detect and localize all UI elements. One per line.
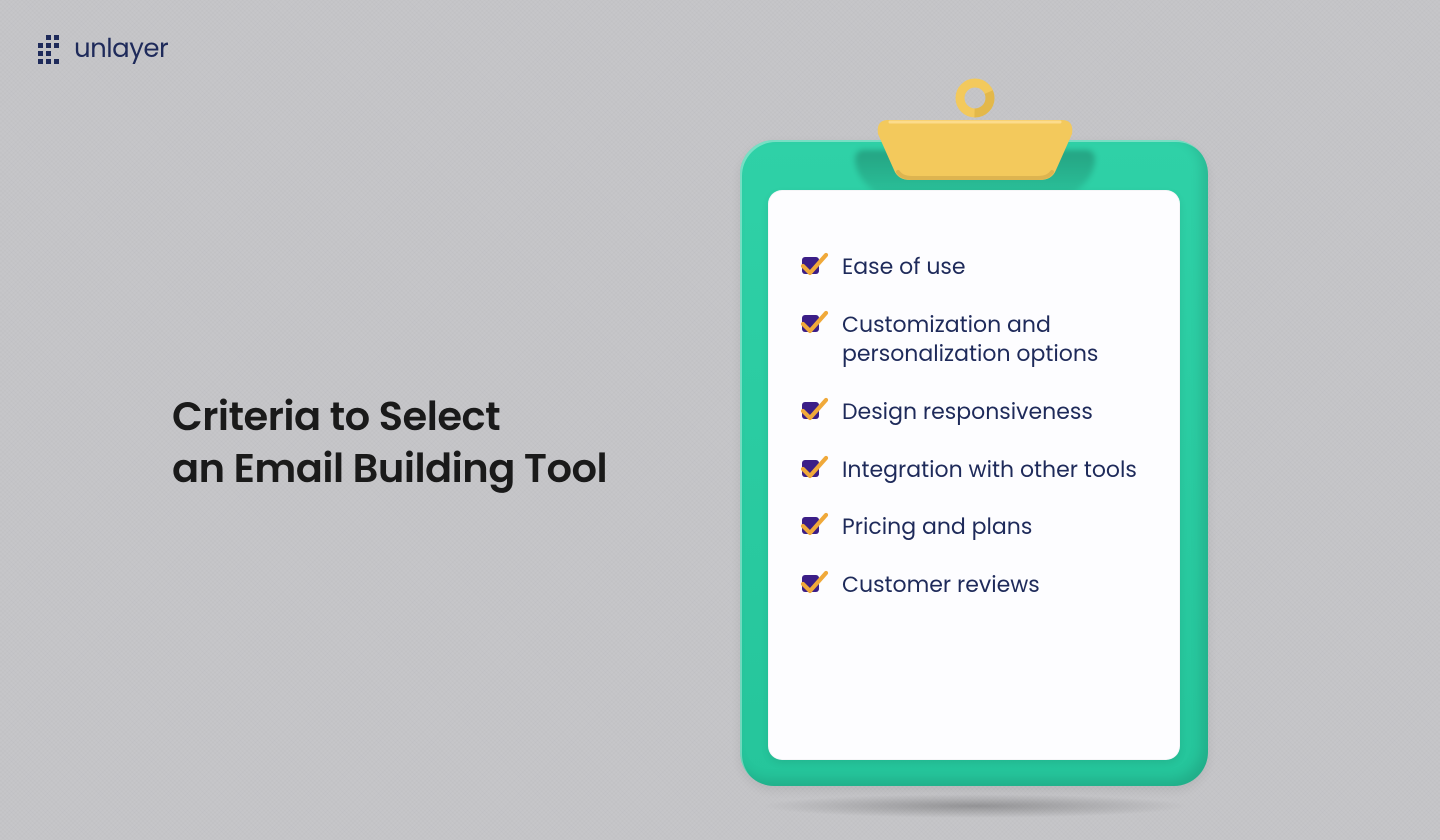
list-item: Integration with other tools: [802, 455, 1160, 485]
criteria-list: Ease of use Customization and personaliz…: [802, 252, 1160, 600]
clipboard-paper: Ease of use Customization and personaliz…: [768, 190, 1180, 760]
list-item-label: Customer reviews: [842, 570, 1040, 600]
list-item: Design responsiveness: [802, 397, 1160, 427]
checkmark-icon: [802, 313, 824, 335]
brand-logomark-icon: [36, 35, 64, 65]
list-item: Ease of use: [802, 252, 1160, 282]
list-item-label: Pricing and plans: [842, 512, 1032, 542]
checkmark-icon: [802, 515, 824, 537]
list-item-label: Design responsiveness: [842, 397, 1093, 427]
list-item: Pricing and plans: [802, 512, 1160, 542]
headline-line-1: Criteria to Select: [172, 388, 500, 444]
page-title: Criteria to Select an Email Building Too…: [172, 390, 607, 494]
clipboard-graphic: Ease of use Customization and personaliz…: [720, 70, 1230, 800]
checkmark-icon: [802, 400, 824, 422]
list-item: Customer reviews: [802, 570, 1160, 600]
clipboard-ground-shadow: [760, 794, 1190, 818]
list-item-label: Ease of use: [842, 252, 966, 282]
checkmark-icon: [802, 458, 824, 480]
checkmark-icon: [802, 573, 824, 595]
brand-name: unlayer: [74, 30, 168, 69]
headline-line-2: an Email Building Tool: [172, 440, 607, 496]
list-item: Customization and personalization option…: [802, 310, 1160, 369]
list-item-label: Integration with other tools: [842, 455, 1137, 485]
list-item-label: Customization and personalization option…: [842, 310, 1142, 369]
checkmark-icon: [802, 255, 824, 277]
brand-logo: unlayer: [36, 30, 168, 69]
